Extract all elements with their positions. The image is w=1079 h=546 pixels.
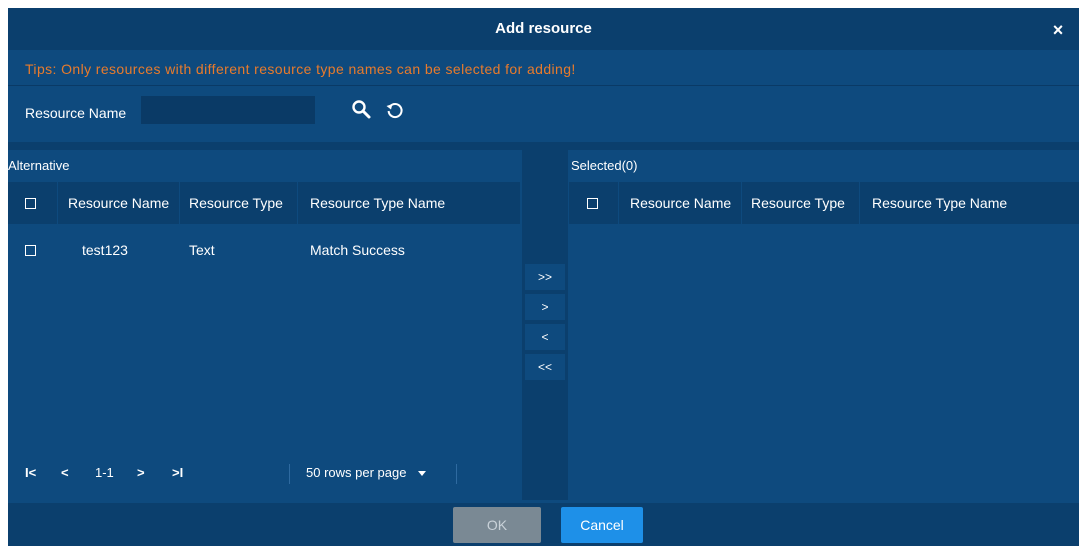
cell-resource-type-name: Match Success [310,242,405,258]
close-icon[interactable]: × [1047,8,1069,50]
move-left-button[interactable]: < [525,324,565,350]
previous-page-button[interactable]: < [61,455,69,491]
column-separator [179,182,180,224]
column-separator [741,182,742,224]
refresh-icon[interactable] [385,100,405,120]
search-icon[interactable] [350,98,372,120]
selected-table-header: Resource Name Resource Type Resource Typ… [569,182,1079,224]
select-all-checkbox[interactable] [587,198,598,209]
next-page-button[interactable]: > [137,455,145,491]
alternative-table-header: Resource Name Resource Type Resource Typ… [8,182,520,224]
column-header-resource-type[interactable]: Resource Type [751,182,845,224]
page-range: 1-1 [95,465,114,480]
pager-separator [456,464,457,484]
rows-per-page-select[interactable]: 50 rows per page [306,455,427,491]
resource-name-label: Resource Name [25,105,127,121]
cell-resource-name: test123 [82,242,128,258]
alternative-title: Alternative [8,158,70,173]
move-all-left-button[interactable]: << [525,354,565,380]
table-row[interactable]: test123 Text Match Success [8,238,520,264]
column-separator [859,182,860,224]
column-header-resource-name[interactable]: Resource Name [68,182,169,224]
divider [8,85,1079,86]
add-resource-dialog: Add resource × Tips: Only resources with… [8,8,1079,546]
first-page-button[interactable]: I< [25,455,36,491]
select-all-checkbox[interactable] [25,198,36,209]
selected-panel: Selected(0) Resource Name Resource Type … [569,150,1079,500]
row-checkbox[interactable] [25,245,36,256]
tips-text: Tips: Only resources with different reso… [25,61,576,77]
column-header-resource-type-name[interactable]: Resource Type Name [872,182,1007,224]
column-header-resource-type[interactable]: Resource Type [189,182,283,224]
caret-down-icon [418,471,427,477]
selected-title: Selected(0) [571,158,638,173]
column-separator [618,182,619,224]
cancel-button[interactable]: Cancel [561,507,643,543]
column-separator [297,182,298,224]
column-header-resource-type-name[interactable]: Resource Type Name [310,182,445,224]
dialog-titlebar: Add resource [8,8,1079,50]
ok-button[interactable]: OK [453,507,541,543]
section-divider [8,142,1079,150]
column-header-resource-name[interactable]: Resource Name [630,182,731,224]
resource-name-input[interactable] [141,96,315,124]
dialog-footer [8,503,1079,546]
move-all-right-button[interactable]: >> [525,264,565,290]
last-page-button[interactable]: >I [172,455,183,491]
move-right-button[interactable]: > [525,294,565,320]
dialog-title: Add resource [495,20,592,37]
cell-resource-type: Text [189,242,215,258]
column-separator [57,182,58,224]
alternative-panel: Alternative Resource Name Resource Type … [8,150,521,500]
pagination-bar: I< < 1-1 > >I 50 rows per page [8,455,521,491]
pager-separator [289,464,290,484]
rows-per-page-label: 50 rows per page [306,465,407,480]
